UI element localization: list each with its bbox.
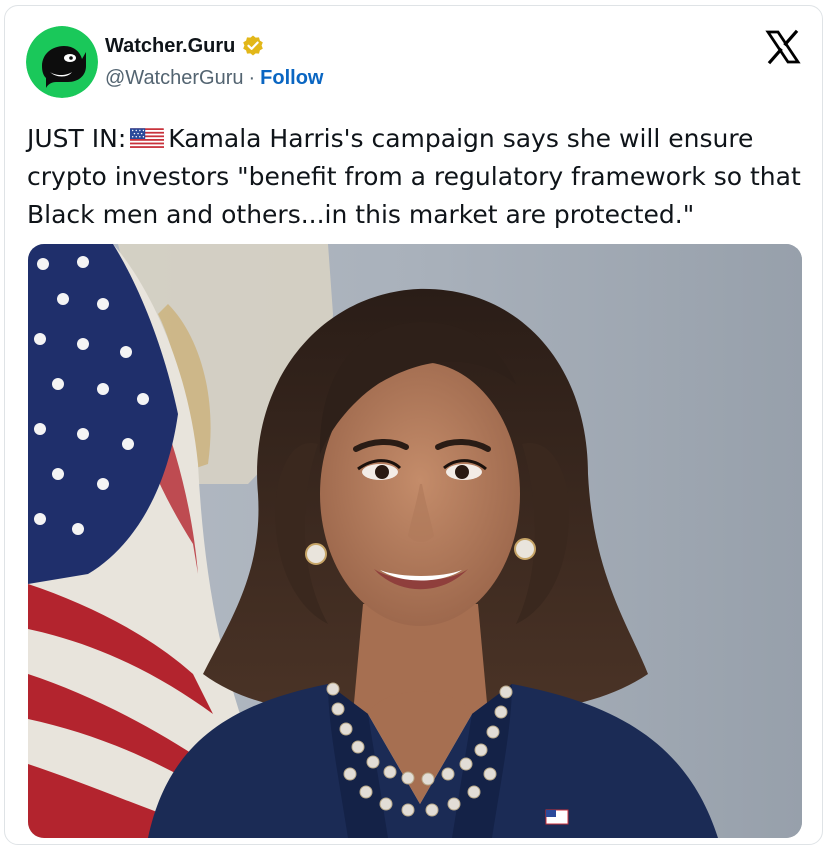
display-name[interactable]: Watcher.Guru xyxy=(105,35,235,58)
x-logo-icon[interactable] xyxy=(765,29,801,65)
tweet-prefix: JUST IN: xyxy=(27,124,127,153)
portrait-image xyxy=(28,244,802,838)
post-photo[interactable] xyxy=(28,244,802,838)
tweet-text: JUST IN: Kamala Harris's campaign says s… xyxy=(27,120,807,234)
tweet-card: Watcher.Guru @WatcherGuru · Follow JUST … xyxy=(4,5,823,845)
handle[interactable]: @WatcherGuru xyxy=(105,67,244,90)
us-flag-emoji-icon xyxy=(130,128,165,150)
follow-link[interactable]: Follow xyxy=(260,67,323,90)
separator: · xyxy=(248,67,256,89)
avatar[interactable] xyxy=(26,26,98,98)
watcher-guru-logo-icon xyxy=(26,26,98,98)
verified-badge-icon xyxy=(243,35,264,56)
